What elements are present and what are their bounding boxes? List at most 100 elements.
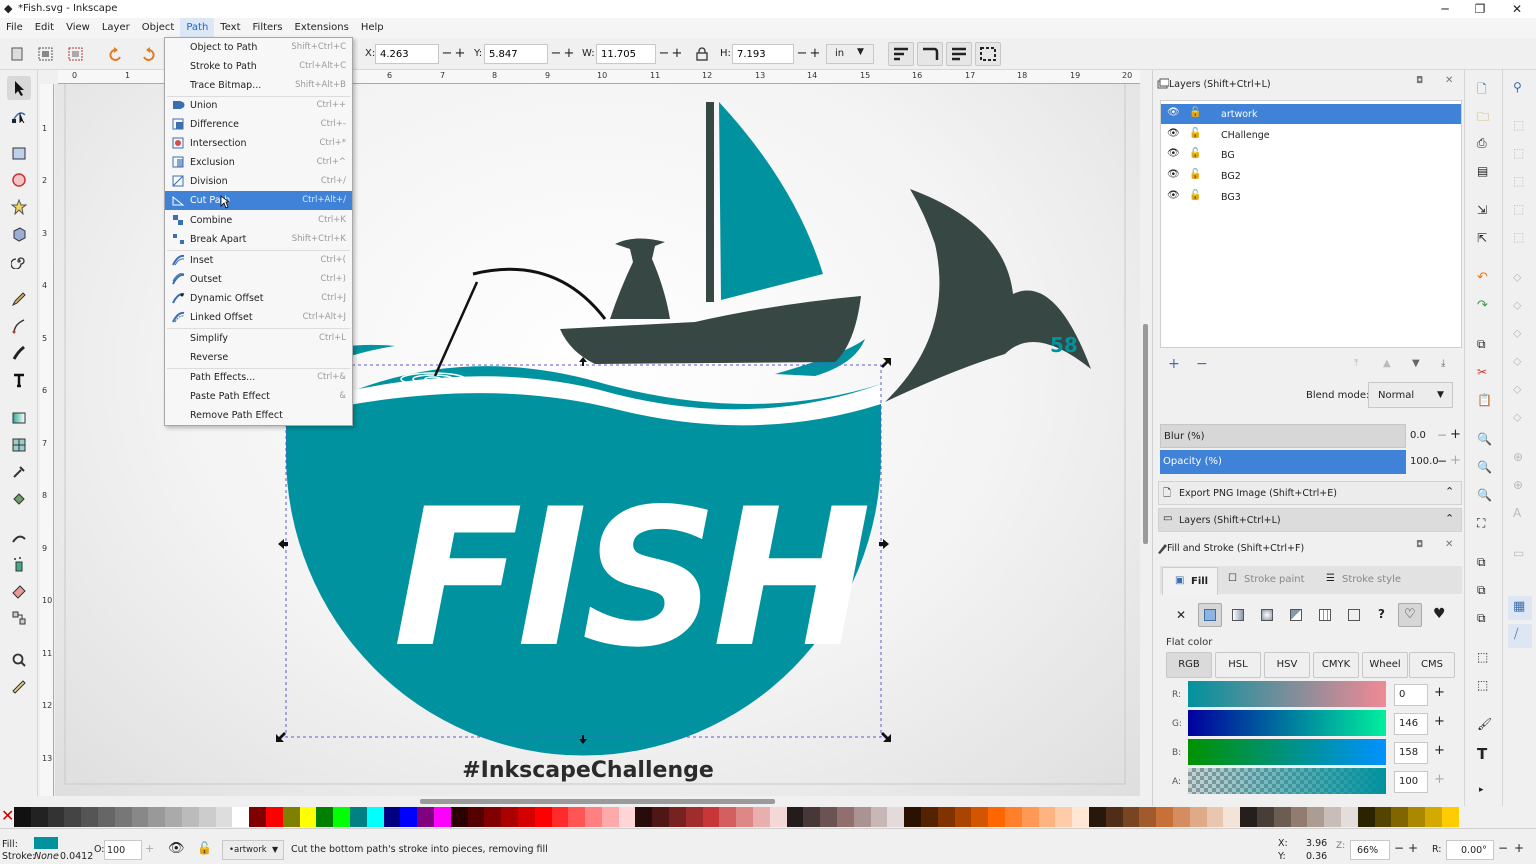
palette-swatch[interactable] [366, 807, 384, 827]
palette-swatch[interactable] [232, 807, 250, 827]
node-tool[interactable] [7, 103, 31, 127]
cut-icon[interactable]: ✂ [1477, 365, 1487, 379]
mode-rgb-button[interactable]: RGB [1166, 652, 1212, 678]
palette-swatch[interactable] [769, 807, 787, 827]
duplicate-icon[interactable]: ⧉ [1477, 555, 1486, 570]
vertical-scroll-thumb[interactable] [1143, 324, 1148, 544]
maximize-button[interactable]: ❐ [1465, 0, 1495, 18]
palette-swatch[interactable] [635, 807, 653, 827]
more-commands-icon[interactable]: ▸ [1479, 785, 1484, 795]
spray-tool[interactable] [7, 552, 31, 576]
calligraphy-tool[interactable] [7, 341, 31, 365]
import-icon[interactable]: ⇲ [1477, 203, 1487, 217]
palette-swatch[interactable] [47, 807, 65, 827]
move-layer-up-icon[interactable]: ▲ [1383, 358, 1391, 369]
eye-icon[interactable]: 👁 [1167, 148, 1180, 159]
menu-object-to-path[interactable]: Object to Path Shift+Ctrl+C [165, 38, 352, 57]
menu-intersection[interactable]: Intersection Ctrl+* [165, 134, 352, 153]
lock-icon[interactable]: 🔓 [1189, 190, 1201, 201]
eye-icon[interactable]: 👁 [1167, 128, 1180, 139]
unit-select[interactable]: in ▼ [826, 44, 874, 64]
x-input[interactable] [375, 44, 439, 64]
palette-swatch[interactable] [1441, 807, 1459, 827]
palette-swatch[interactable] [1340, 807, 1358, 827]
opacity-increment-button[interactable]: + [1450, 453, 1461, 468]
fill-stroke-dialog-icon[interactable]: 🖌 [1477, 717, 1492, 731]
palette-swatch[interactable] [870, 807, 888, 827]
deselect-icon[interactable] [68, 47, 84, 61]
snap-page-border-icon[interactable]: ▭ [1513, 546, 1524, 560]
menu-help[interactable]: Help [355, 18, 390, 38]
palette-swatch[interactable] [467, 807, 485, 827]
palette-swatch[interactable] [1005, 807, 1022, 827]
mode-wheel-button[interactable]: Wheel [1362, 652, 1408, 678]
open-folder-icon[interactable]: 🗀 [1477, 108, 1489, 129]
blur-value[interactable]: 0.0 [1410, 430, 1426, 441]
h-input[interactable] [732, 44, 794, 64]
stroke-width[interactable]: 0.0412 [60, 851, 93, 862]
palette-swatch[interactable] [299, 807, 317, 827]
b-channel-value[interactable]: 158 [1394, 742, 1428, 764]
palette-swatch[interactable] [349, 807, 367, 827]
palette-swatch[interactable] [652, 807, 670, 827]
menu-view[interactable]: View [60, 18, 96, 38]
collapse-icon[interactable]: ⌃ [1445, 512, 1454, 525]
current-layer-select[interactable]: •artwork ▼ [222, 840, 284, 860]
palette-swatch[interactable] [1089, 807, 1106, 827]
palette-swatch[interactable] [1122, 807, 1140, 827]
palette-swatch[interactable] [921, 807, 938, 827]
rotate-ccw-icon[interactable] [108, 47, 124, 61]
w-increment-button[interactable]: + [671, 45, 683, 63]
g-channel-increment[interactable]: + [1434, 714, 1445, 729]
lock-icon[interactable]: 🔓 [1189, 148, 1201, 159]
palette-swatch[interactable] [417, 807, 434, 827]
menu-exclusion[interactable]: Exclusion Ctrl+^ [165, 153, 352, 172]
palette-swatch[interactable] [81, 807, 98, 827]
palette-swatch[interactable] [198, 807, 216, 827]
hashtag-text[interactable]: #InkscapeChallenge [462, 758, 714, 783]
blur-slider[interactable]: Blur (%) [1160, 424, 1406, 448]
snap-toggle-icon[interactable]: ⚲ [1513, 80, 1522, 94]
scale-stroke-toggle[interactable] [888, 42, 914, 66]
palette-swatch[interactable] [1139, 807, 1157, 827]
menu-trace-bitmap[interactable]: Trace Bitmap... Shift+Alt+B [165, 76, 352, 95]
palette-swatch[interactable] [1424, 807, 1442, 827]
palette-swatch[interactable] [1391, 807, 1409, 827]
fill-indicator[interactable] [34, 837, 58, 849]
zoom-increment[interactable]: + [1408, 841, 1418, 855]
menu-combine[interactable]: Combine Ctrl+K [165, 211, 352, 230]
collapse-icon[interactable]: ⌃ [1445, 485, 1454, 498]
palette-swatch[interactable] [316, 807, 334, 827]
palette-swatch[interactable] [450, 807, 468, 827]
b-channel-increment[interactable]: + [1434, 743, 1445, 758]
palette-swatch[interactable] [400, 807, 418, 827]
palette-swatch[interactable] [131, 807, 149, 827]
palette-swatch[interactable] [534, 807, 552, 827]
transform-gradients-toggle[interactable] [946, 42, 972, 66]
palette-swatch[interactable] [1357, 807, 1375, 827]
a-channel-value[interactable]: 100 [1394, 771, 1428, 793]
menu-outset[interactable]: Outset Ctrl+) [165, 270, 352, 289]
select-all-icon[interactable] [10, 47, 24, 61]
palette-swatch[interactable] [1324, 807, 1341, 827]
no-paint-button[interactable]: ✕ [1176, 608, 1186, 622]
palette-swatch[interactable] [114, 807, 132, 827]
3d-box-tool[interactable] [7, 222, 31, 246]
g-channel-value[interactable]: 146 [1394, 713, 1428, 735]
move-layer-top-icon[interactable]: ⤒ [1354, 358, 1358, 369]
x-increment-button[interactable]: + [454, 45, 466, 63]
h-decrement-button[interactable]: − [796, 45, 808, 63]
layer-row-bg2[interactable]: 👁 🔓 BG2 [1161, 166, 1461, 186]
clone-icon[interactable]: ⧉ [1477, 583, 1486, 598]
paint-bucket-tool[interactable] [7, 487, 31, 511]
palette-swatch[interactable] [1206, 807, 1224, 827]
palette-swatch[interactable] [1021, 807, 1039, 827]
palette-swatch[interactable] [433, 807, 451, 827]
palette-swatch[interactable] [1256, 807, 1274, 827]
fill-rule-nonzero-button[interactable]: ♥ [1433, 606, 1446, 622]
layer-visibility-icon[interactable]: 👁 [168, 841, 185, 856]
copy-icon[interactable]: ⧉ [1477, 337, 1486, 352]
palette-swatch[interactable] [181, 807, 199, 827]
close-panel-button[interactable]: ✕ [1445, 75, 1453, 86]
mode-cms-button[interactable]: CMS [1409, 652, 1455, 678]
